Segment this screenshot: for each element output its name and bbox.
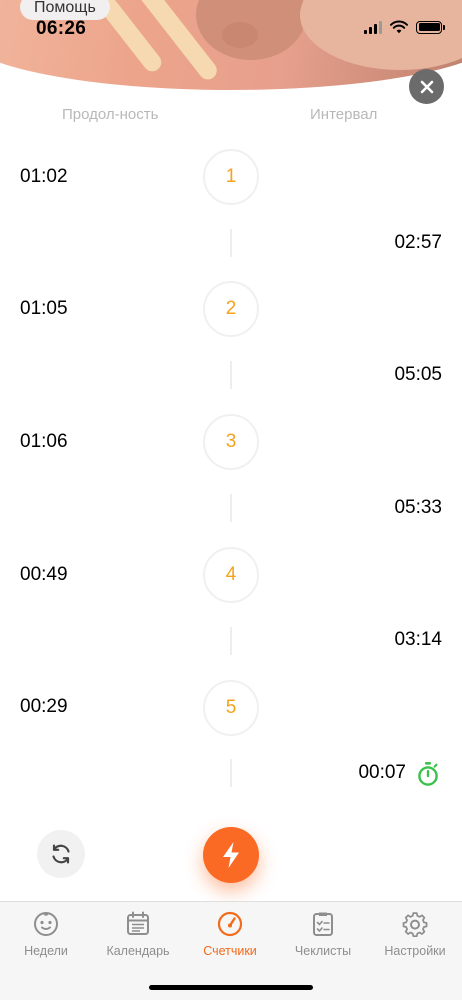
interval-column-header: Интервал: [310, 106, 378, 123]
banner-baby-fingers: [222, 22, 258, 48]
status-time: 06:26: [36, 18, 87, 39]
contraction-interval: 03:14: [394, 629, 442, 650]
refresh-icon: [52, 844, 70, 864]
lightning-icon: [223, 842, 239, 868]
tab-settings[interactable]: Настройки: [369, 910, 461, 958]
timeline-connector: [230, 759, 232, 787]
contraction-number-node[interactable]: 4: [203, 547, 259, 603]
contraction-interval: 02:57: [394, 232, 442, 253]
baby-face-icon: [34, 912, 58, 936]
checklist-icon: [313, 912, 333, 936]
contraction-duration: 01:02: [20, 166, 68, 187]
wifi-icon: [390, 20, 408, 34]
tab-label: Недели: [24, 944, 68, 958]
contraction-duration: 00:49: [20, 564, 68, 585]
counter-dial-icon: [217, 911, 243, 937]
gear-icon: [402, 912, 428, 938]
contraction-number-node[interactable]: 5: [203, 680, 259, 736]
contraction-number-node[interactable]: 2: [203, 281, 259, 337]
tab-calendar[interactable]: Календарь: [92, 910, 184, 958]
stopwatch-icon: [418, 762, 438, 786]
contraction-duration: 00:29: [20, 696, 68, 717]
tab-label: Счетчики: [203, 944, 257, 958]
start-contraction-button[interactable]: [203, 827, 259, 883]
contraction-duration: 01:06: [20, 431, 68, 452]
help-button[interactable]: Помощь: [20, 0, 110, 20]
home-indicator: [149, 985, 313, 990]
cellular-signal-icon: [364, 20, 382, 34]
timeline-connector: [230, 229, 232, 257]
tab-label: Календарь: [106, 944, 170, 958]
timeline-connector: [230, 627, 232, 655]
duration-column-header: Продол-ность: [62, 106, 159, 123]
reset-button[interactable]: [37, 830, 85, 878]
status-icons: [364, 20, 445, 34]
timeline-connector: [230, 494, 232, 522]
contraction-interval: 05:33: [394, 497, 442, 518]
tab-counters[interactable]: Счетчики: [184, 910, 276, 958]
contraction-number-node[interactable]: 1: [203, 149, 259, 205]
tab-weeks[interactable]: Недели: [0, 910, 92, 958]
timeline-connector: [230, 361, 232, 389]
close-button[interactable]: [409, 69, 444, 104]
tab-checklists[interactable]: Чеклисты: [277, 910, 369, 958]
tab-label: Чеклисты: [294, 944, 352, 958]
active-interval-timer: 00:07: [358, 762, 406, 783]
contraction-duration: 01:05: [20, 298, 68, 319]
contraction-number-node[interactable]: 3: [203, 414, 259, 470]
contraction-interval: 05:05: [394, 364, 442, 385]
close-icon: [420, 80, 433, 93]
calendar-icon: [127, 911, 149, 935]
tab-label: Настройки: [384, 944, 446, 958]
battery-icon: [416, 20, 445, 34]
